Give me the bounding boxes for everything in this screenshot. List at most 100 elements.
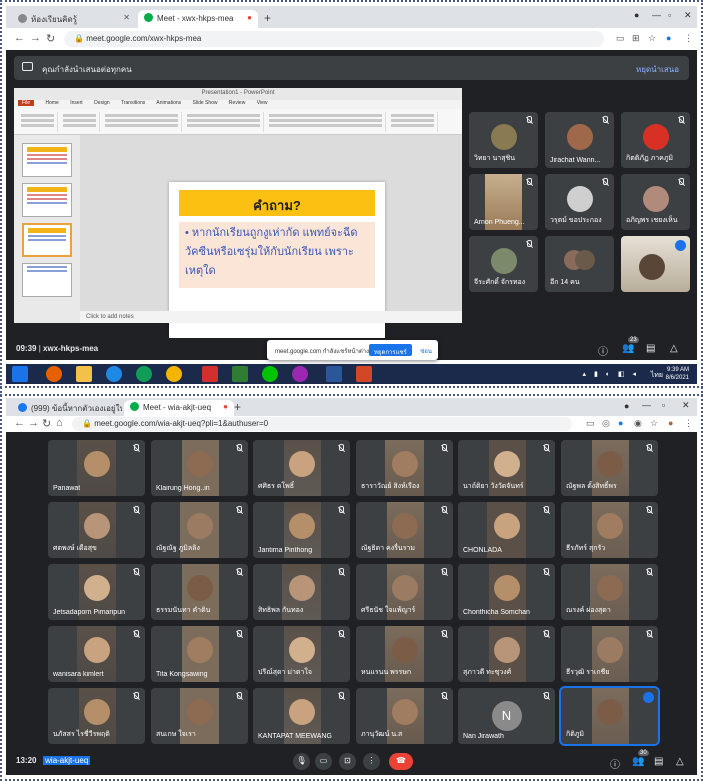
stop-sharing-button[interactable]: หยุดการแชร์ (369, 344, 412, 356)
people-icon[interactable]: 👥 23 (622, 337, 639, 354)
more-options-button[interactable]: ⋮ (363, 753, 380, 770)
camera-button[interactable]: ▭ (315, 753, 332, 770)
participant-tile[interactable]: ศตพงษ์ เดือสุข (48, 502, 145, 558)
slide-thumbnail-3[interactable] (22, 223, 72, 257)
activities-icon[interactable]: △ (670, 343, 678, 354)
slide-thumbnail-4[interactable] (22, 263, 72, 297)
participant-tile[interactable]: ธรรมนันทา คำดิน (151, 564, 248, 620)
participant-tile[interactable]: ณัฐณัฐ ภูมิลลิง (151, 502, 248, 558)
close-icon[interactable]: ✕ (123, 13, 130, 22)
edge-icon[interactable] (136, 366, 152, 382)
participant-tile[interactable]: Klairung Hong..in (151, 440, 248, 496)
participant-tile[interactable]: ณัฐธิดา คงรื่นราม (356, 502, 453, 558)
forward-icon[interactable]: → (30, 32, 41, 44)
firefox-icon[interactable] (46, 366, 62, 382)
window-close-icon[interactable]: ✕ (684, 10, 692, 21)
participant-tile[interactable]: ภานุวัฒน์ น.ส (356, 688, 453, 744)
ppt-menu-animations[interactable]: Animations (156, 100, 181, 106)
ribbon-group-clipboard[interactable] (18, 112, 58, 132)
extension-icon[interactable]: ◉ (634, 418, 642, 429)
ribbon-group-paragraph[interactable] (184, 112, 264, 132)
qr-icon[interactable]: ⊞ (632, 33, 640, 44)
stop-presenting-button[interactable]: หยุดนำเสนอ (636, 63, 679, 76)
participant-tile[interactable]: สนเกษ ใจเรา (151, 688, 248, 744)
home-icon[interactable]: ⌂ (56, 417, 63, 429)
present-button[interactable]: ⊡ (339, 753, 356, 770)
ppt-menu-home[interactable]: Home (45, 100, 58, 106)
participant-tile[interactable]: กิตติภัฏ ภาคภูมิ (621, 112, 690, 168)
participant-tile[interactable]: ศรีธนัช ใจแพ้ญาร์ (356, 564, 453, 620)
participant-tile[interactable]: ธีรวุฒิ ราเกชีย (561, 626, 658, 682)
reload-icon[interactable]: ↻ (42, 417, 51, 430)
participant-tile[interactable]: Jirachat Wann... (545, 112, 614, 168)
cast-icon[interactable]: ▭ (616, 33, 625, 44)
browser-icon[interactable] (292, 366, 308, 382)
minimize-icon[interactable]: — (652, 10, 661, 20)
participant-tile[interactable]: ปรีณ์สุดา ม่าตาใจ (253, 626, 350, 682)
bottom-tab-1[interactable]: (999) ข้อนี้หากตัวเองเอยู่ใน... (12, 400, 122, 416)
participant-tile[interactable]: วิทยา นาสุชิน (469, 112, 538, 168)
participant-tile[interactable]: Chonthicha Somchan (458, 564, 555, 620)
participant-tile[interactable]: Arnon Phueng... (469, 174, 538, 230)
top-tab-2[interactable]: Meet - xwx-hkps-mea ● (138, 10, 258, 28)
participant-tile[interactable]: หนแรนน พรรษก (356, 626, 453, 682)
bottom-url-field[interactable]: 🔒 meet.google.com/wia-akjt-ueq?pli=1&aut… (72, 417, 572, 431)
powerpoint-icon[interactable] (356, 366, 372, 382)
ppt-menu-insert[interactable]: Insert (70, 100, 83, 106)
mic-button[interactable]: 🎙 (293, 753, 310, 770)
participant-tile[interactable]: wanisara kimlert (48, 626, 145, 682)
ppt-menu-transitions[interactable]: Transitions (121, 100, 145, 106)
star-icon[interactable]: ☆ (648, 33, 656, 44)
chrome-icon[interactable] (166, 366, 182, 382)
chat-icon[interactable]: ▤ (654, 756, 663, 767)
participant-tile[interactable]: กิติภูมิ (559, 686, 660, 746)
new-tab-icon[interactable]: + (264, 11, 271, 25)
chat-icon[interactable]: ▤ (646, 343, 655, 354)
windows-start-icon[interactable] (12, 366, 28, 382)
participant-tile[interactable]: Panawat (48, 440, 145, 496)
maximize-icon[interactable]: ▫ (662, 400, 665, 410)
people-icon[interactable]: 👥 30 (632, 750, 649, 767)
participant-tile[interactable]: ณัฐพล ตั้งสิทธิ์พร (561, 440, 658, 496)
participant-tile[interactable]: Tita Kongsawing (151, 626, 248, 682)
participant-tile[interactable]: ณรงค์ ผ่องสุดา (561, 564, 658, 620)
activities-icon[interactable]: △ (676, 756, 684, 767)
back-icon[interactable]: ← (14, 32, 25, 44)
leave-call-button[interactable]: ☎ (389, 753, 413, 770)
participant-tile[interactable]: นาถ์ติยา วังวัดจันทร์ (458, 440, 555, 496)
ribbon-group-drawing[interactable] (266, 112, 386, 132)
ribbon-group-slides[interactable] (60, 112, 100, 132)
participant-tile[interactable]: Jetsadaporn Pimaripun (48, 564, 145, 620)
participant-tile[interactable]: CHONLADA (458, 502, 555, 558)
menu-icon[interactable]: ⋮ (684, 33, 693, 44)
top-tab-1[interactable]: ห้องเรียนคิดรู้ ✕ (12, 10, 136, 28)
pdf-icon[interactable] (202, 366, 218, 382)
participant-tile[interactable]: วรุตม์ ขอประกอง (545, 174, 614, 230)
ribbon-group-font[interactable] (102, 112, 182, 132)
close-icon[interactable]: ● (247, 13, 252, 22)
extension-icon[interactable]: ◎ (602, 418, 610, 429)
minimize-icon[interactable]: — (642, 400, 651, 410)
info-icon[interactable]: ⓘ (610, 756, 620, 771)
participant-tile[interactable]: สุภาวดี ทะซุวงศ์ (458, 626, 555, 682)
close-icon[interactable]: ● (223, 402, 228, 411)
bottom-tab-2[interactable]: Meet - wia-akjt-ueq ● (124, 400, 234, 416)
top-url-field[interactable]: 🔒 meet.google.com/xwx-hkps-mea (64, 31, 604, 47)
info-icon[interactable]: ⓘ (598, 343, 608, 358)
line-icon[interactable] (262, 366, 278, 382)
language-indicator[interactable]: ไทย (651, 370, 663, 381)
back-icon[interactable]: ← (14, 417, 25, 429)
window-close-icon[interactable]: ✕ (682, 400, 690, 411)
participant-tile[interactable]: ธีรภัทร์ สุกรัว (561, 502, 658, 558)
participant-tile[interactable]: นภัสสร ไรชี่วีรพฤติ (48, 688, 145, 744)
reload-icon[interactable]: ↻ (46, 32, 55, 45)
self-tile[interactable] (621, 236, 690, 292)
ppt-menu-review[interactable]: Review (229, 100, 245, 106)
participant-tile[interactable]: จีระศักดิ์ จักรทอง (469, 236, 538, 292)
participant-tile[interactable]: ธาราวัณย์ สิงห์เรือง (356, 440, 453, 496)
menu-icon[interactable]: ⋮ (684, 418, 693, 429)
ie-icon[interactable] (106, 366, 122, 382)
ppt-menu-slideshow[interactable]: Slide Show (193, 100, 218, 106)
slide-thumbnail-1[interactable] (22, 143, 72, 177)
hide-button[interactable]: ซ่อน (420, 346, 432, 356)
